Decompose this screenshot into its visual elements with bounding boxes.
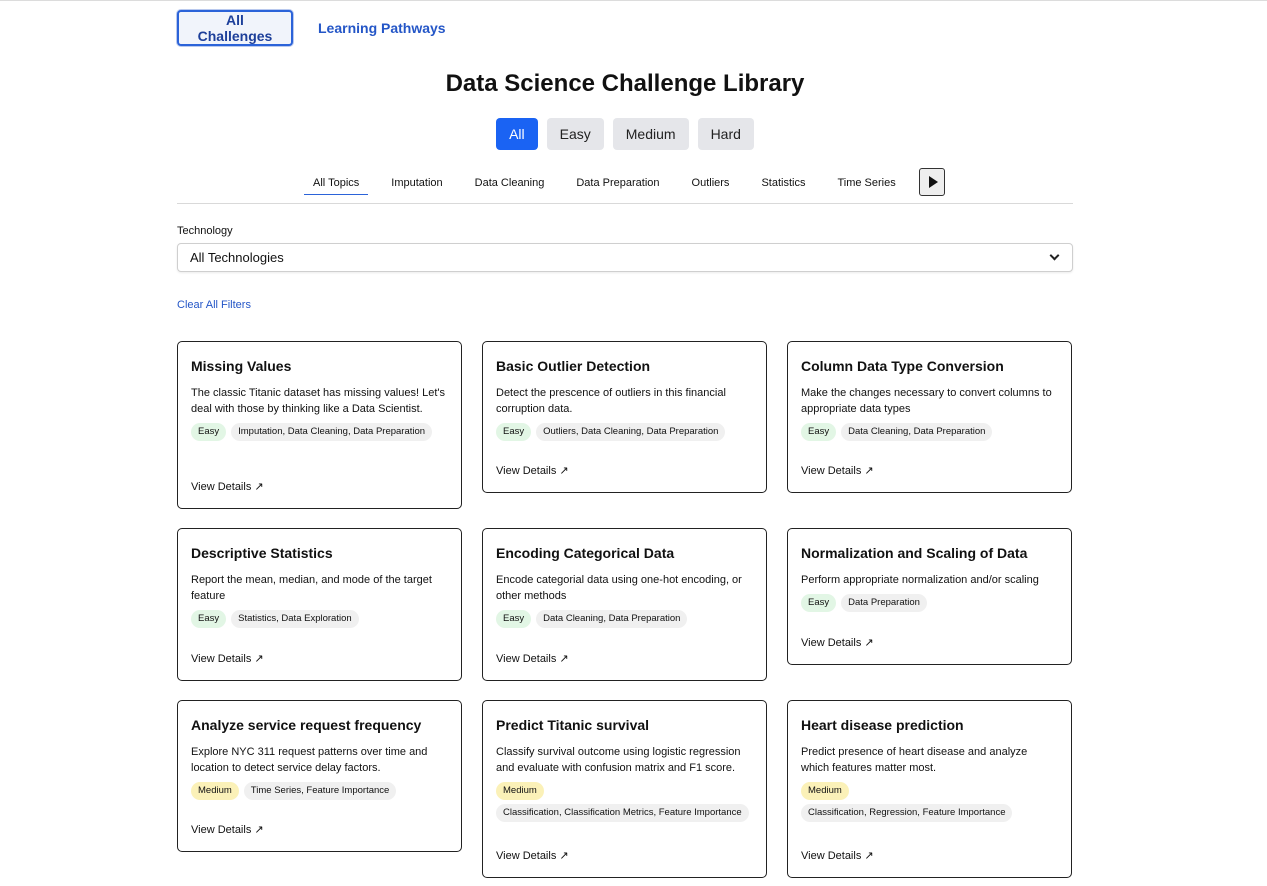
topics-badge: Classification, Classification Metrics, … [496, 804, 749, 822]
card-tags: Medium Time Series, Feature Importance [191, 782, 448, 800]
card-tags: Medium Classification, Classification Me… [496, 782, 752, 822]
card-title: Descriptive Statistics [191, 545, 333, 561]
technology-select[interactable]: All Technologies [177, 243, 1073, 272]
difficulty-badge: Easy [496, 610, 532, 628]
chevron-down-icon [1049, 250, 1060, 261]
topic-tabs: All Topics Imputation Data Cleaning Data… [177, 168, 1073, 204]
view-details-link[interactable]: View Details ↗ [801, 849, 874, 862]
difficulty-filter: All Easy Medium Hard [177, 118, 1073, 150]
card-description: Detect the prescence of outliers in this… [496, 387, 726, 415]
card-description: Make the changes necessary to convert co… [801, 387, 1052, 415]
card-tags: Easy Data Cleaning, Data Preparation [496, 610, 753, 628]
difficulty-badge: Medium [801, 782, 849, 800]
technology-selected-value: All Technologies [190, 250, 284, 265]
view-details-link[interactable]: View Details ↗ [496, 464, 569, 477]
card-tags: Easy Outliers, Data Cleaning, Data Prepa… [496, 423, 753, 441]
tab-data-preparation[interactable]: Data Preparation [567, 168, 668, 195]
top-border [0, 0, 1267, 1]
tab-outliers[interactable]: Outliers [683, 168, 739, 195]
tab-imputation[interactable]: Imputation [382, 168, 451, 195]
card-title: Analyze service request frequency [191, 717, 422, 733]
difficulty-medium-button[interactable]: Medium [612, 118, 689, 150]
tab-data-cleaning[interactable]: Data Cleaning [466, 168, 554, 195]
tab-time-series[interactable]: Time Series [828, 168, 904, 195]
topics-badge: Time Series, Feature Importance [243, 782, 397, 800]
card-title: Normalization and Scaling of Data [801, 545, 1028, 561]
topics-badge: Classification, Regression, Feature Impo… [801, 804, 1013, 822]
view-details-link[interactable]: View Details ↗ [801, 636, 874, 649]
play-triangle-icon [928, 176, 938, 188]
difficulty-badge: Easy [496, 423, 532, 441]
all-challenges-tab[interactable]: All Challenges [177, 10, 293, 46]
tab-all-topics[interactable]: All Topics [304, 168, 369, 195]
card-description: Predict presence of heart disease and an… [801, 746, 1028, 774]
difficulty-badge: Medium [496, 782, 544, 800]
view-details-link[interactable]: View Details ↗ [496, 849, 569, 862]
topics-badge: Statistics, Data Exploration [231, 610, 359, 628]
difficulty-badge: Easy [191, 610, 227, 628]
card-title: Column Data Type Conversion [801, 358, 1004, 374]
learning-pathways-link[interactable]: Learning Pathways [318, 10, 446, 46]
card-description: Explore NYC 311 request patterns over ti… [191, 746, 428, 774]
card-tags: Easy Data Preparation [801, 594, 1058, 612]
topics-badge: Outliers, Data Cleaning, Data Preparatio… [536, 423, 726, 441]
difficulty-easy-button[interactable]: Easy [546, 118, 604, 150]
clear-all-filters-link[interactable]: Clear All Filters [177, 299, 251, 311]
challenge-card-encoding-categorical-data[interactable]: Encoding Categorical Data Encode categor… [482, 528, 767, 681]
challenge-card-missing-values[interactable]: Missing Values The classic Titanic datas… [177, 341, 462, 509]
tab-statistics[interactable]: Statistics [752, 168, 814, 195]
difficulty-all-button[interactable]: All [496, 118, 538, 150]
view-details-link[interactable]: View Details ↗ [496, 652, 569, 665]
view-details-link[interactable]: View Details ↗ [191, 480, 264, 493]
topic-tab-row: All Topics Imputation Data Cleaning Data… [304, 168, 919, 195]
card-title: Heart disease prediction [801, 717, 964, 733]
view-details-link[interactable]: View Details ↗ [191, 652, 264, 665]
challenge-card-normalization-and-scaling[interactable]: Normalization and Scaling of Data Perfor… [787, 528, 1072, 665]
challenge-card-descriptive-statistics[interactable]: Descriptive Statistics Report the mean, … [177, 528, 462, 681]
top-nav: All Challenges Learning Pathways [177, 10, 446, 46]
challenge-card-analyze-service-request-frequency[interactable]: Analyze service request frequency Explor… [177, 700, 462, 852]
challenge-card-heart-disease-prediction[interactable]: Heart disease prediction Predict presenc… [787, 700, 1072, 878]
difficulty-badge: Easy [801, 423, 837, 441]
technology-label: Technology [177, 225, 233, 237]
challenge-card-column-data-type-conversion[interactable]: Column Data Type Conversion Make the cha… [787, 341, 1072, 493]
card-title: Encoding Categorical Data [496, 545, 675, 561]
card-tags: Medium Classification, Regression, Featu… [801, 782, 1031, 822]
card-tags: Easy Imputation, Data Cleaning, Data Pre… [191, 423, 448, 441]
topics-badge: Data Preparation [841, 594, 927, 612]
difficulty-badge: Easy [191, 423, 227, 441]
topics-next-button[interactable] [919, 168, 945, 196]
card-tags: Easy Data Cleaning, Data Preparation [801, 423, 1058, 441]
topics-badge: Data Cleaning, Data Preparation [841, 423, 993, 441]
topics-badge: Imputation, Data Cleaning, Data Preparat… [231, 423, 433, 441]
view-details-link[interactable]: View Details ↗ [801, 464, 874, 477]
page-title: Data Science Challenge Library [445, 70, 805, 97]
difficulty-badge: Easy [801, 594, 837, 612]
difficulty-badge: Medium [191, 782, 239, 800]
view-details-link[interactable]: View Details ↗ [191, 823, 264, 836]
challenge-card-basic-outlier-detection[interactable]: Basic Outlier Detection Detect the presc… [482, 341, 767, 493]
card-title: Missing Values [191, 358, 292, 374]
card-description: Encode categorial data using one-hot enc… [496, 574, 742, 602]
card-description: Classify survival outcome using logistic… [496, 746, 741, 774]
card-description: Report the mean, median, and mode of the… [191, 574, 432, 602]
card-description: Perform appropriate normalization and/or… [801, 574, 1039, 586]
card-title: Basic Outlier Detection [496, 358, 651, 374]
card-title: Predict Titanic survival [496, 717, 650, 733]
card-description: The classic Titanic dataset has missing … [191, 387, 445, 415]
difficulty-hard-button[interactable]: Hard [697, 118, 754, 150]
challenge-card-predict-titanic-survival[interactable]: Predict Titanic survival Classify surviv… [482, 700, 767, 878]
card-tags: Easy Statistics, Data Exploration [191, 610, 448, 628]
topics-badge: Data Cleaning, Data Preparation [536, 610, 688, 628]
